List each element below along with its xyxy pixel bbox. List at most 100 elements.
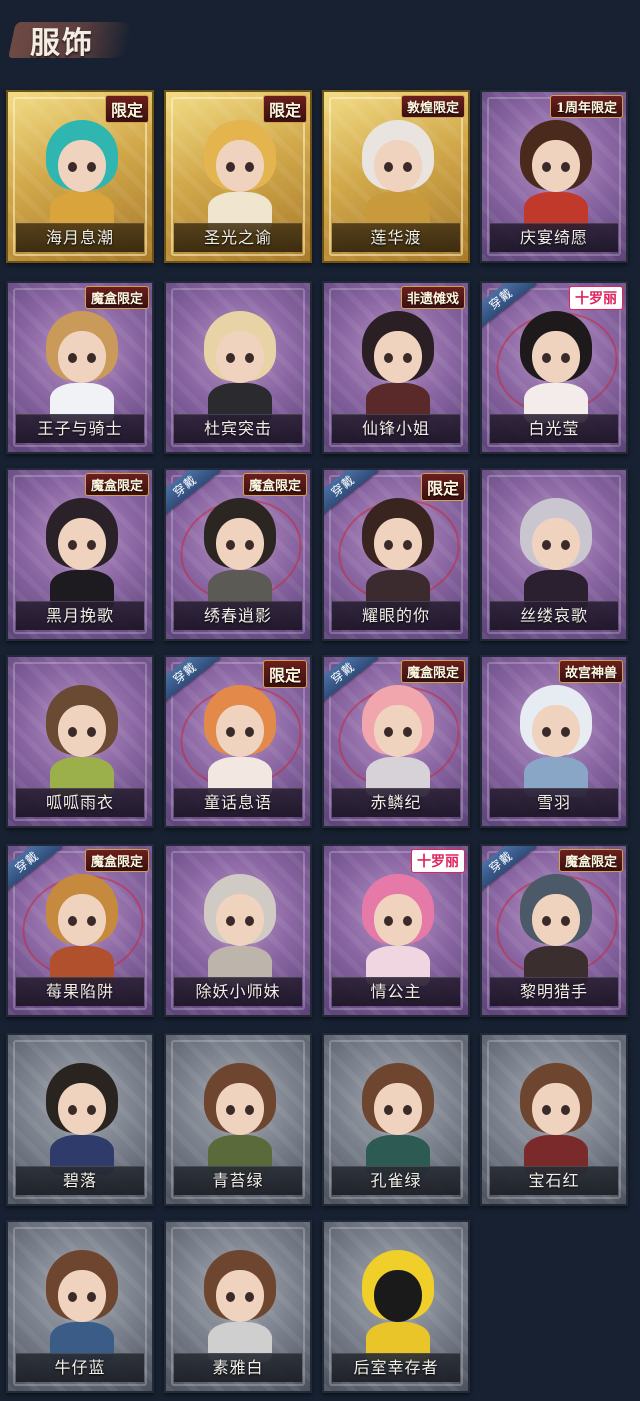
costume-card[interactable]: 牛仔蓝 bbox=[6, 1220, 154, 1393]
rarity-badge: 限定 bbox=[104, 95, 149, 123]
portrait-face bbox=[532, 140, 580, 192]
portrait-eye bbox=[384, 916, 393, 926]
portrait-face bbox=[216, 705, 264, 757]
rarity-badge: 魔盒限定 bbox=[242, 473, 307, 496]
character-portrait bbox=[516, 307, 596, 425]
portrait-face bbox=[216, 1083, 264, 1135]
costume-card[interactable]: 青苔绿 bbox=[164, 1033, 312, 1206]
character-portrait bbox=[358, 870, 438, 988]
costume-card[interactable]: 限定海月息潮 bbox=[6, 90, 154, 263]
character-portrait bbox=[358, 494, 438, 612]
character-portrait bbox=[42, 307, 122, 425]
costume-name: 海月息潮 bbox=[45, 228, 114, 247]
portrait-eye bbox=[68, 1105, 77, 1115]
costume-name: 耀眼的你 bbox=[361, 606, 430, 625]
portrait-eye bbox=[384, 1105, 393, 1115]
portrait-eye bbox=[245, 1105, 254, 1115]
portrait-face bbox=[216, 140, 264, 192]
costume-name: 仙锋小姐 bbox=[361, 419, 430, 438]
portrait-eye bbox=[542, 353, 551, 363]
character-portrait bbox=[516, 494, 596, 612]
portrait-face bbox=[374, 1270, 422, 1322]
portrait-eye bbox=[87, 1292, 96, 1302]
costume-card[interactable]: 十罗丽 穿戴 白光莹 bbox=[480, 281, 628, 454]
costume-card[interactable]: 限定 穿戴 童话息语 bbox=[164, 655, 312, 828]
portrait-eye bbox=[561, 353, 570, 363]
costume-card[interactable]: 丝缕哀歌 bbox=[480, 468, 628, 641]
costume-card[interactable]: 碧落 bbox=[6, 1033, 154, 1206]
portrait-face bbox=[216, 518, 264, 570]
rarity-badge: 限定 bbox=[420, 473, 465, 501]
character-portrait bbox=[42, 1246, 122, 1364]
character-portrait bbox=[200, 870, 280, 988]
portrait-eye bbox=[226, 1292, 235, 1302]
character-portrait bbox=[516, 1059, 596, 1177]
rarity-badge: 限定 bbox=[262, 660, 307, 688]
costume-card[interactable]: 限定 穿戴 耀眼的你 bbox=[322, 468, 470, 641]
portrait-face bbox=[532, 1083, 580, 1135]
costume-card[interactable]: 魔盒限定 穿戴 绣春逍影 bbox=[164, 468, 312, 641]
portrait-eye bbox=[68, 1292, 77, 1302]
costume-card[interactable]: 十罗丽 情公主 bbox=[322, 844, 470, 1017]
costume-card[interactable]: 宝石红 bbox=[480, 1033, 628, 1206]
costume-card[interactable]: 除妖小师妹 bbox=[164, 844, 312, 1017]
costume-card[interactable]: 敦煌限定 莲华渡 bbox=[322, 90, 470, 263]
costume-card[interactable]: 限定 圣光之谕 bbox=[164, 90, 312, 263]
portrait-eye bbox=[403, 916, 412, 926]
portrait-eye bbox=[87, 1105, 96, 1115]
portrait-face bbox=[216, 894, 264, 946]
rarity-badge: 故宫神兽 bbox=[558, 660, 623, 683]
portrait-eye bbox=[245, 916, 254, 926]
costume-card[interactable]: 后室幸存者 bbox=[322, 1220, 470, 1393]
section-header: 服饰 bbox=[8, 14, 134, 64]
costume-name: 绣春逍影 bbox=[203, 606, 272, 625]
portrait-eye bbox=[384, 162, 393, 172]
portrait-face bbox=[58, 1083, 106, 1135]
costume-name: 白光莹 bbox=[528, 419, 580, 438]
portrait-eye bbox=[403, 540, 412, 550]
costume-name: 牛仔蓝 bbox=[54, 1358, 106, 1377]
rarity-badge: 魔盒限定 bbox=[84, 849, 149, 872]
portrait-eye bbox=[542, 727, 551, 737]
portrait-face bbox=[532, 331, 580, 383]
character-portrait bbox=[200, 116, 280, 234]
portrait-face bbox=[374, 518, 422, 570]
portrait-eye bbox=[68, 916, 77, 926]
character-portrait bbox=[200, 307, 280, 425]
costume-name: 杜宾突击 bbox=[203, 419, 272, 438]
portrait-face bbox=[58, 331, 106, 383]
portrait-eye bbox=[384, 540, 393, 550]
costume-card[interactable]: 1周年限定 庆宴绮愿 bbox=[480, 90, 628, 263]
rarity-badge: 十罗丽 bbox=[411, 849, 465, 873]
costume-card[interactable]: 非遗傩戏 仙锋小姐 bbox=[322, 281, 470, 454]
costume-card[interactable]: 杜宾突击 bbox=[164, 281, 312, 454]
rarity-badge: 1周年限定 bbox=[549, 95, 623, 118]
costume-card[interactable]: 素雅白 bbox=[164, 1220, 312, 1393]
portrait-eye bbox=[68, 353, 77, 363]
portrait-face bbox=[58, 1270, 106, 1322]
costume-card[interactable]: 魔盒限定 穿戴 黎明猎手 bbox=[480, 844, 628, 1017]
character-portrait bbox=[200, 1246, 280, 1364]
costume-card[interactable]: 故宫神兽 雪羽 bbox=[480, 655, 628, 828]
page-title: 服饰 bbox=[30, 26, 94, 61]
portrait-eye bbox=[245, 353, 254, 363]
costume-card[interactable]: 孔雀绿 bbox=[322, 1033, 470, 1206]
character-portrait bbox=[42, 116, 122, 234]
costume-card[interactable]: 魔盒限定 王子与骑士 bbox=[6, 281, 154, 454]
costume-card[interactable]: 魔盒限定 穿戴 赤鳞纪 bbox=[322, 655, 470, 828]
portrait-eye bbox=[87, 916, 96, 926]
costume-card[interactable]: 魔盒限定 黑月挽歌 bbox=[6, 468, 154, 641]
character-portrait bbox=[358, 681, 438, 799]
costume-name: 孔雀绿 bbox=[370, 1171, 422, 1190]
rarity-badge: 魔盒限定 bbox=[558, 849, 623, 872]
portrait-eye bbox=[87, 353, 96, 363]
portrait-face bbox=[216, 1270, 264, 1322]
portrait-face bbox=[58, 518, 106, 570]
character-portrait bbox=[358, 307, 438, 425]
costume-card[interactable]: 魔盒限定 穿戴 莓果陷阱 bbox=[6, 844, 154, 1017]
portrait-eye bbox=[403, 1105, 412, 1115]
character-portrait bbox=[358, 1059, 438, 1177]
character-portrait bbox=[200, 1059, 280, 1177]
costume-name: 呱呱雨衣 bbox=[45, 793, 114, 812]
costume-card[interactable]: 呱呱雨衣 bbox=[6, 655, 154, 828]
